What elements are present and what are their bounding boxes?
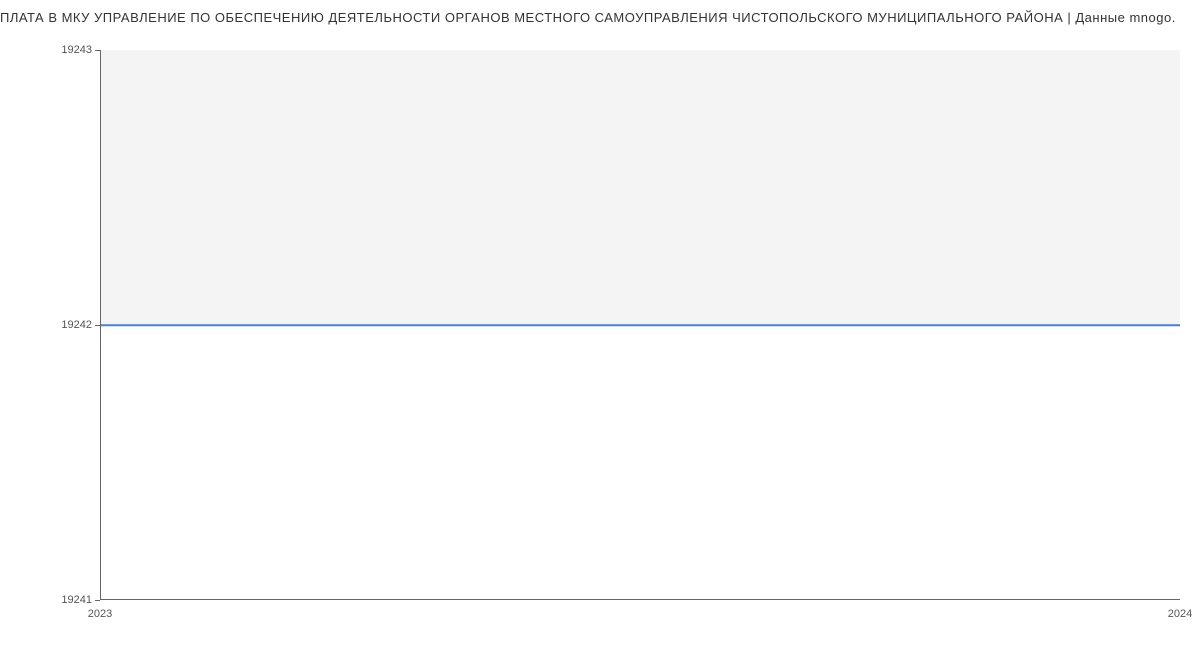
grid-band bbox=[100, 50, 1180, 325]
x-tick-label: 2024 bbox=[1168, 608, 1192, 620]
chart-title: ПЛАТА В МКУ УПРАВЛЕНИЕ ПО ОБЕСПЕЧЕНИЮ ДЕ… bbox=[0, 10, 1176, 25]
y-tick-label: 19241 bbox=[61, 594, 92, 606]
x-axis-line bbox=[100, 599, 1180, 600]
data-line bbox=[100, 324, 1180, 326]
plot-area bbox=[100, 50, 1180, 600]
x-tick-label: 2023 bbox=[88, 608, 112, 620]
y-tick-label: 19243 bbox=[61, 44, 92, 56]
y-tick-mark bbox=[95, 600, 100, 601]
chart-container: 19241 19242 19243 2023 2024 bbox=[100, 50, 1180, 600]
y-tick-mark bbox=[95, 325, 100, 326]
y-tick-label: 19242 bbox=[61, 319, 92, 331]
y-tick-mark bbox=[95, 50, 100, 51]
y-axis-line bbox=[100, 50, 101, 600]
